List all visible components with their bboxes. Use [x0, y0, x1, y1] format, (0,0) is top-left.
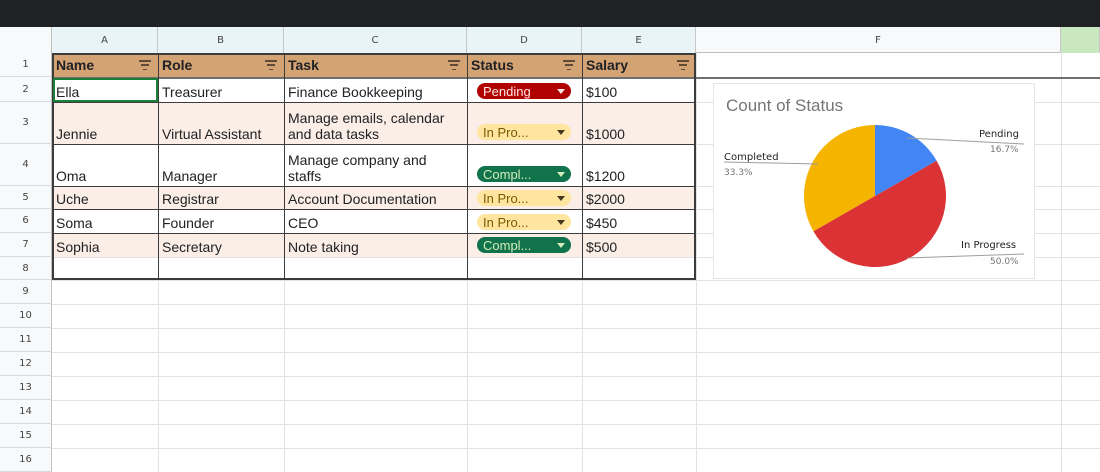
cell-name[interactable]: Sophia	[52, 233, 158, 257]
row-header-1[interactable]: 1	[0, 53, 52, 77]
pie-chart[interactable]: Count of Status Pending 16.7% In Progres…	[713, 83, 1035, 279]
cell-salary[interactable]: $500	[582, 233, 696, 257]
column-header-f[interactable]: F	[696, 27, 1061, 53]
status-chip-label: Pending	[483, 83, 531, 99]
header-cell-status[interactable]: Status	[467, 53, 582, 77]
pie-label-in-progress: In Progress	[961, 240, 1017, 251]
row-header-3[interactable]: 3	[0, 102, 52, 144]
filter-icon[interactable]	[447, 60, 461, 70]
row-header-9[interactable]: 9	[0, 280, 52, 304]
top-toolbar-bar	[0, 0, 1100, 27]
cell-name[interactable]: Soma	[52, 209, 158, 233]
cell-role[interactable]: Manager	[158, 144, 284, 186]
cell-role[interactable]: Secretary	[158, 233, 284, 257]
row-header-11[interactable]: 11	[0, 328, 52, 352]
cell-task[interactable]: Account Documentation	[284, 186, 467, 209]
cell-task[interactable]: Finance Bookkeeping	[284, 77, 467, 102]
spreadsheet-grid[interactable]: A B C D E F 1 2 3 4 5 6 7 8 9 10 11 12 1…	[0, 27, 1100, 472]
row-header-4[interactable]: 4	[0, 144, 52, 186]
cell-task[interactable]: Manage company and staffs	[284, 144, 467, 186]
cell-task[interactable]: Manage emails, calendar and data tasks	[284, 102, 467, 144]
column-header-b[interactable]: B	[158, 27, 284, 53]
cell-name[interactable]: Jennie	[52, 102, 158, 144]
pie-value-in-progress: 50.0%	[990, 257, 1019, 267]
status-chip-label: In Pro...	[483, 214, 529, 230]
cell-salary[interactable]: $100	[582, 77, 696, 102]
dropdown-arrow-icon	[557, 88, 565, 94]
cell-salary[interactable]: $450	[582, 209, 696, 233]
row-header-14[interactable]: 14	[0, 400, 52, 424]
row-header-16[interactable]: 16	[0, 448, 52, 472]
filter-icon[interactable]	[138, 60, 152, 70]
column-header-next[interactable]	[1061, 27, 1100, 53]
status-chip[interactable]: Pending	[477, 83, 571, 99]
filter-icon[interactable]	[676, 60, 690, 70]
filter-icon[interactable]	[562, 60, 576, 70]
header-label-role: Role	[162, 57, 193, 73]
row-header-6[interactable]: 6	[0, 209, 52, 233]
status-chip-label: Compl...	[483, 237, 532, 253]
dropdown-arrow-icon	[557, 129, 565, 135]
status-chip-label: In Pro...	[483, 124, 529, 140]
row-header-15[interactable]: 15	[0, 424, 52, 448]
header-label-salary: Salary	[586, 57, 629, 73]
status-chip[interactable]: In Pro...	[477, 124, 571, 140]
header-cell-salary[interactable]: Salary	[582, 53, 696, 77]
dropdown-arrow-icon	[557, 171, 565, 177]
status-chip[interactable]: Compl...	[477, 237, 571, 253]
cell-task[interactable]: Note taking	[284, 233, 467, 257]
column-header-d[interactable]: D	[467, 27, 582, 53]
active-cell-selection	[53, 78, 158, 102]
status-chip[interactable]: In Pro...	[477, 190, 571, 206]
status-chip-label: In Pro...	[483, 190, 529, 206]
row-header-10[interactable]: 10	[0, 304, 52, 328]
dropdown-arrow-icon	[557, 242, 565, 248]
header-cell-role[interactable]: Role	[158, 53, 284, 77]
dropdown-arrow-icon	[557, 219, 565, 225]
header-cell-name[interactable]: Name	[52, 53, 158, 77]
select-all-corner[interactable]	[0, 27, 52, 53]
row-header-2[interactable]: 2	[0, 77, 52, 102]
header-cell-task[interactable]: Task	[284, 53, 467, 77]
header-label-name: Name	[56, 57, 95, 73]
filter-icon[interactable]	[264, 60, 278, 70]
status-chip[interactable]: In Pro...	[477, 214, 571, 230]
status-chip-label: Compl...	[483, 166, 532, 182]
row-header-7[interactable]: 7	[0, 233, 52, 257]
row-header-5[interactable]: 5	[0, 186, 52, 209]
cell-salary[interactable]: $2000	[582, 186, 696, 209]
cell-role[interactable]: Founder	[158, 209, 284, 233]
header-label-status: Status	[471, 57, 514, 73]
column-header-e[interactable]: E	[582, 27, 696, 53]
cell-role[interactable]: Virtual Assistant	[158, 102, 284, 144]
row-header-13[interactable]: 13	[0, 376, 52, 400]
pie-label-pending: Pending	[979, 129, 1019, 140]
cell-role[interactable]: Registrar	[158, 186, 284, 209]
pie-value-pending: 16.7%	[990, 145, 1019, 155]
header-label-task: Task	[288, 57, 319, 73]
row-header-12[interactable]: 12	[0, 352, 52, 376]
cell-salary[interactable]: $1200	[582, 144, 696, 186]
cell-name[interactable]: Oma	[52, 144, 158, 186]
status-chip[interactable]: Compl...	[477, 166, 571, 182]
dropdown-arrow-icon	[557, 195, 565, 201]
column-header-c[interactable]: C	[284, 27, 467, 53]
pie-label-completed: Completed	[724, 152, 779, 163]
cell-role[interactable]: Treasurer	[158, 77, 284, 102]
cell-task[interactable]: CEO	[284, 209, 467, 233]
cell-salary[interactable]: $1000	[582, 102, 696, 144]
column-header-a[interactable]: A	[52, 27, 158, 53]
row-header-8[interactable]: 8	[0, 257, 52, 280]
cell-name[interactable]: Uche	[52, 186, 158, 209]
pie-value-completed: 33.3%	[724, 168, 753, 178]
